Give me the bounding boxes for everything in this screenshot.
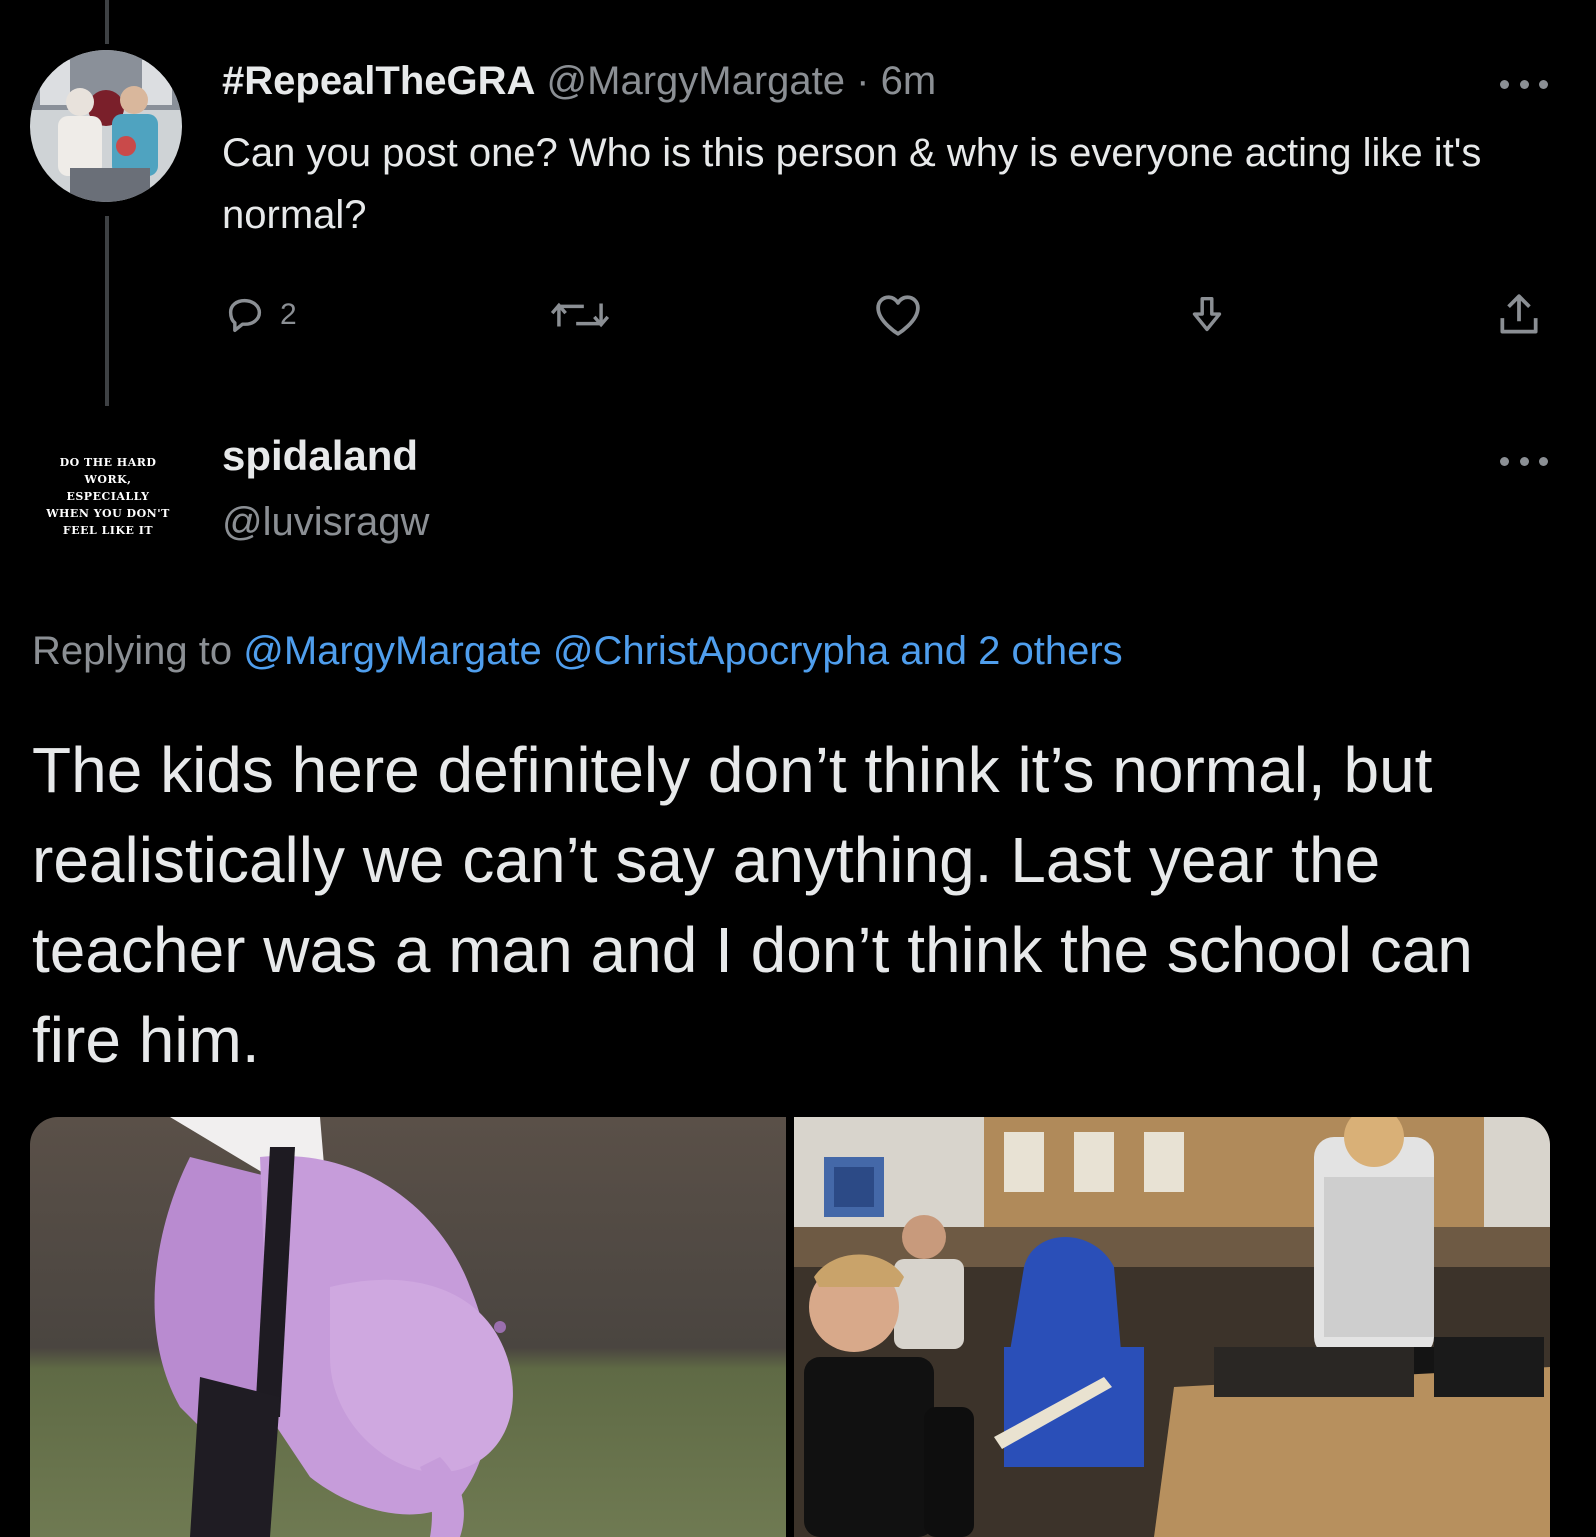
more-options-icon[interactable] bbox=[1500, 451, 1548, 471]
reply-icon bbox=[228, 298, 262, 333]
download-icon bbox=[1192, 296, 1222, 332]
thread-line bbox=[105, 216, 109, 406]
reply-count: 2 bbox=[280, 298, 297, 331]
timestamp[interactable]: 6m bbox=[881, 59, 937, 103]
replying-prefix: Replying to bbox=[32, 629, 244, 673]
replying-to: Replying to @MargyMargate @ChristApocryp… bbox=[32, 625, 1123, 677]
media-grid bbox=[30, 1117, 1550, 1537]
reply-button[interactable]: 2 bbox=[222, 290, 297, 340]
retweet-icon bbox=[550, 302, 610, 328]
separator-dot: · bbox=[845, 59, 881, 103]
avatar[interactable] bbox=[30, 50, 182, 202]
avatar[interactable]: DO THE HARD WORK, ESPECIALLY WHEN YOU DO… bbox=[32, 420, 184, 572]
more-options-icon[interactable] bbox=[1500, 74, 1548, 94]
like-button[interactable] bbox=[872, 290, 924, 340]
avatar-motto-text: DO THE HARD WORK, ESPECIALLY WHEN YOU DO… bbox=[46, 455, 170, 537]
mention-link[interactable]: @ChristApocrypha bbox=[553, 629, 889, 673]
thread-line-top bbox=[105, 0, 109, 44]
download-button[interactable] bbox=[1184, 290, 1230, 340]
mention-link[interactable]: @MargyMargate bbox=[243, 629, 541, 673]
user-handle[interactable]: @luvisragw bbox=[222, 496, 429, 548]
tweet-header: #RepealTheGRA @MargyMargate · 6m bbox=[222, 57, 936, 105]
media-image[interactable] bbox=[30, 1117, 786, 1537]
display-name[interactable]: #RepealTheGRA bbox=[222, 59, 535, 103]
like-icon bbox=[876, 295, 920, 336]
photo-classroom bbox=[794, 1117, 1550, 1537]
tweet-text: Can you post one? Who is this person & w… bbox=[222, 131, 1482, 237]
user-handle[interactable]: @MargyMargate bbox=[547, 59, 845, 103]
others-link[interactable]: and 2 others bbox=[900, 629, 1122, 673]
retweet-button[interactable] bbox=[548, 290, 612, 340]
display-name[interactable]: spidaland bbox=[222, 430, 418, 482]
share-icon bbox=[1500, 294, 1538, 334]
tweet-text: The kids here definitely don’t think it’… bbox=[32, 734, 1473, 1076]
media-image[interactable] bbox=[794, 1117, 1550, 1537]
share-button[interactable] bbox=[1494, 290, 1544, 340]
avatar-photo bbox=[30, 50, 182, 202]
photo-outdoor-figure bbox=[30, 1117, 786, 1537]
